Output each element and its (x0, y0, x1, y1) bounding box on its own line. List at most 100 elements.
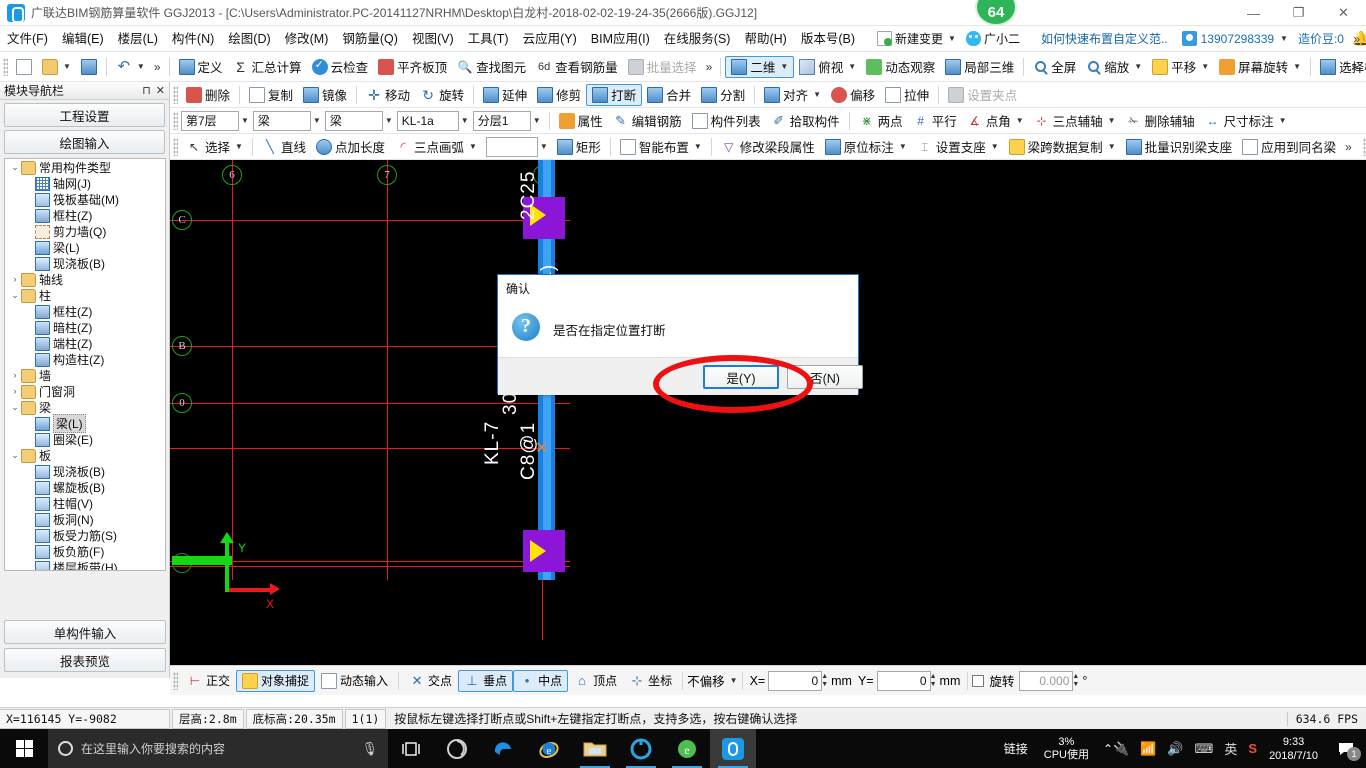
taskbar-clock[interactable]: 9:33 2018/7/10 (1269, 735, 1318, 763)
line-tool-button[interactable]: ╲ 直线 (257, 136, 311, 158)
x-offset-input[interactable]: 0 (768, 670, 823, 691)
view-2d-button[interactable]: 二维 ▼ (725, 55, 795, 78)
find-element-button[interactable]: 🔍 查找图元 (452, 56, 531, 78)
app-icon-browser-dark[interactable] (434, 729, 480, 768)
select-tool-button[interactable]: ↖ 选择 ▼ (181, 136, 248, 158)
ime-indicator[interactable]: 英 (1224, 739, 1237, 758)
menu-item-bim[interactable]: BIM应用(I) (584, 26, 657, 52)
category-select[interactable]: 梁 ▼ (252, 110, 321, 131)
menu-item-online-service[interactable]: 在线服务(S) (657, 26, 738, 52)
microphone-icon[interactable]: 🎙 (361, 741, 378, 757)
in-place-annotation-button[interactable]: 原位标注 ▼ (820, 136, 912, 158)
cloud-check-button[interactable]: 云检查 (307, 56, 374, 78)
chevron-right-icon[interactable]: › (9, 274, 21, 284)
open-file-button[interactable]: ▼ (37, 56, 76, 78)
copy-button[interactable]: 复制 (244, 84, 298, 106)
keyboard-icon[interactable]: ⌨ (1195, 741, 1214, 757)
tree-item-框柱Z[interactable]: 框柱(Z) (5, 207, 165, 223)
chevron-down-icon[interactable]: ▼ (461, 116, 469, 125)
axis-bubble-B[interactable]: B (172, 336, 192, 356)
tree-item-板负筋F[interactable]: 板负筋(F) (5, 543, 165, 559)
axis-bubble-0[interactable]: 0 (172, 393, 192, 413)
action-center-icon[interactable]: 1 (1326, 729, 1366, 768)
tree-item-柱[interactable]: ⌄ 柱 (5, 287, 165, 303)
toolbar-grip[interactable] (173, 671, 178, 690)
x-offset-stepper[interactable]: 0 ▲ ▼ (768, 670, 828, 691)
tree-item-板[interactable]: ⌄ 板 (5, 447, 165, 463)
offset-mode-select[interactable]: 不偏移 ▼ (687, 671, 737, 690)
menu-item-rebar[interactable]: 钢筋量(Q) (335, 26, 405, 52)
three-point-arc-button[interactable]: ◜ 三点画弧 ▼ (390, 136, 482, 158)
move-button[interactable]: ✛ 移动 (361, 84, 415, 106)
tree-item-轴网J[interactable]: 轴网(J) (5, 175, 165, 191)
y-offset-stepper[interactable]: 0 ▲ ▼ (876, 670, 937, 691)
snap-intersection-button[interactable]: ✕ 交点 (403, 670, 458, 692)
menu-item-draw[interactable]: 绘图(D) (221, 26, 277, 52)
app-icon-ie[interactable]: e (526, 729, 572, 768)
set-grip-button[interactable]: 设置夹点 (943, 84, 1022, 106)
close-icon[interactable]: ✕ (156, 84, 165, 97)
tree-item-筏板基础M[interactable]: 筏板基础(M) (5, 191, 165, 207)
parallel-axis-button[interactable]: # 平行 (908, 110, 962, 132)
dynamic-orbit-button[interactable]: 动态观察 (861, 56, 940, 78)
pick-member-button[interactable]: ✐ 拾取构件 (766, 110, 845, 132)
chevron-down-icon[interactable]: ⌄ (9, 290, 21, 301)
menu-item-tools[interactable]: 工具(T) (461, 26, 516, 52)
slab-band-element[interactable] (172, 556, 232, 565)
app-icon-edge[interactable] (480, 729, 526, 768)
offset-button[interactable]: 偏移 (826, 84, 880, 106)
fullscreen-button[interactable]: 全屏 (1028, 56, 1081, 78)
stepper-arrows[interactable]: ▲ ▼ (930, 673, 937, 689)
axis-bubble-7[interactable]: 7 (377, 165, 397, 185)
menu-item-view[interactable]: 视图(V) (405, 26, 461, 52)
draw-mode-select[interactable]: ▼ (485, 136, 548, 157)
define-button[interactable]: 定义 (174, 56, 228, 78)
tree-item-梁L[interactable]: 梁(L) (5, 239, 165, 255)
dimension-button[interactable]: ↔ 尺寸标注 ▼ (1200, 110, 1292, 132)
toolbar-overflow-1[interactable]: » (150, 60, 165, 74)
battery-icon[interactable]: 🔌 (1113, 741, 1129, 757)
pin-icon[interactable]: ⊓ (142, 84, 151, 97)
undo-button[interactable]: ↶ ▼ (111, 56, 150, 78)
menu-item-file[interactable]: 文件(F) (0, 26, 55, 52)
tree-item-墙[interactable]: › 墙 (5, 367, 165, 383)
account-button[interactable]: 13907298339 ▼ (1181, 31, 1288, 46)
chevron-right-icon[interactable]: › (9, 386, 21, 396)
delete-button[interactable]: 删除 (181, 84, 235, 106)
tree-item-常用构件类型[interactable]: ⌄ 常用构件类型 (5, 159, 165, 175)
menubar-overflow-button[interactable]: » (1353, 32, 1360, 46)
snap-coordinate-button[interactable]: ⊹ 坐标 (623, 670, 678, 692)
app-icon-360-green[interactable]: e (664, 729, 710, 768)
layer-select[interactable]: 分层1 ▼ (472, 110, 541, 131)
pan-button[interactable]: 平移 ▼ (1147, 56, 1214, 78)
beam-span-copy-button[interactable]: 梁跨数据复制 ▼ (1004, 136, 1121, 158)
align-button[interactable]: 对齐 ▼ (759, 84, 826, 106)
draw-toolbar-overflow[interactable]: » (1341, 140, 1356, 154)
stepper-arrows[interactable]: ▲ ▼ (1072, 673, 1079, 689)
minimize-button[interactable]: — (1231, 0, 1276, 26)
axis-bubble-C[interactable]: C (172, 210, 192, 230)
batch-select-button[interactable]: 批量选择 (623, 56, 702, 78)
tree-item-门窗洞[interactable]: › 门窗洞 (5, 383, 165, 399)
member-select[interactable]: KL-1a ▼ (396, 110, 469, 131)
task-view-icon[interactable] (388, 729, 434, 768)
set-support-button[interactable]: ⌶ 设置支座 ▼ (912, 136, 1004, 158)
toolbar-overflow-3[interactable]: » (1347, 60, 1362, 74)
stepper-arrows[interactable]: ▲ ▼ (821, 673, 828, 689)
top-view-button[interactable]: 俯视 ▼ (794, 56, 861, 78)
rotate-input[interactable]: 0.000 (1019, 670, 1074, 691)
project-settings-button[interactable]: 工程设置 (4, 103, 165, 127)
two-point-axis-button[interactable]: ⋇ 两点 (854, 110, 908, 132)
tree-item-柱帽V[interactable]: 柱帽(V) (5, 495, 165, 511)
tree-item-构造柱Z[interactable]: 构造柱(Z) (5, 351, 165, 367)
rectangle-tool-button[interactable]: 矩形 (552, 136, 606, 158)
component-tree[interactable]: ⌄ 常用构件类型 轴网(J) 筏板基础(M) 框柱(Z) 剪力墙(Q) 梁(L) 现浇板(B)… (4, 158, 166, 571)
smart-layout-button[interactable]: 智能布置 ▼ (615, 136, 707, 158)
tray-expand-icon[interactable]: ⌃ (1103, 742, 1113, 756)
chevron-down-icon[interactable]: ⌄ (9, 450, 21, 461)
volume-icon[interactable]: 🔊 (1167, 741, 1183, 757)
chevron-down-icon[interactable]: ⌄ (9, 402, 21, 413)
tree-item-圈梁E[interactable]: 圈梁(E) (5, 431, 165, 447)
rotate-button[interactable]: ↻ 旋转 (415, 84, 469, 106)
three-point-axis-button[interactable]: ⊹ 三点辅轴 ▼ (1029, 110, 1121, 132)
